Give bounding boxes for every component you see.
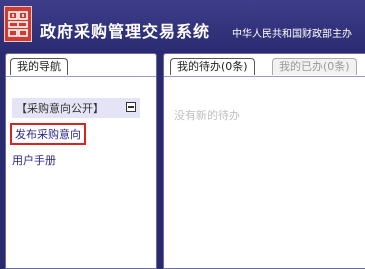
section-procurement-intent[interactable]: 【采购意向公开】 <box>12 98 140 118</box>
app-subtitle: 中华人民共和国财政部主办 <box>232 29 352 40</box>
tab-my-navigation[interactable]: 我的导航 <box>10 58 68 75</box>
tab-my-done[interactable]: 我的已办(0条) <box>272 58 357 75</box>
empty-todo-text: 没有新的待办 <box>174 109 240 122</box>
tab-my-todo[interactable]: 我的待办(0条) <box>170 58 255 75</box>
nav-tab-strip: 我的导航 <box>6 54 156 77</box>
todo-tab-strip: 我的待办(0条) 我的已办(0条) <box>164 54 365 77</box>
nav-item-user-manual[interactable]: 用户手册 <box>12 152 56 168</box>
todo-panel: 我的待办(0条) 我的已办(0条) 没有新的待办 <box>163 53 365 269</box>
navigation-panel: 我的导航 【采购意向公开】 发布采购意向 用户手册 <box>5 53 157 269</box>
seal-logo-icon <box>4 6 32 42</box>
app-title: 政府采购管理交易系统 <box>40 22 211 41</box>
section-label: 【采购意向公开】 <box>16 102 104 115</box>
minus-box-icon[interactable] <box>126 102 136 112</box>
nav-item-publish-procurement-intent[interactable]: 发布采购意向 <box>10 123 86 145</box>
app-header: 政府采购管理交易系统 中华人民共和国财政部主办 <box>0 0 365 52</box>
